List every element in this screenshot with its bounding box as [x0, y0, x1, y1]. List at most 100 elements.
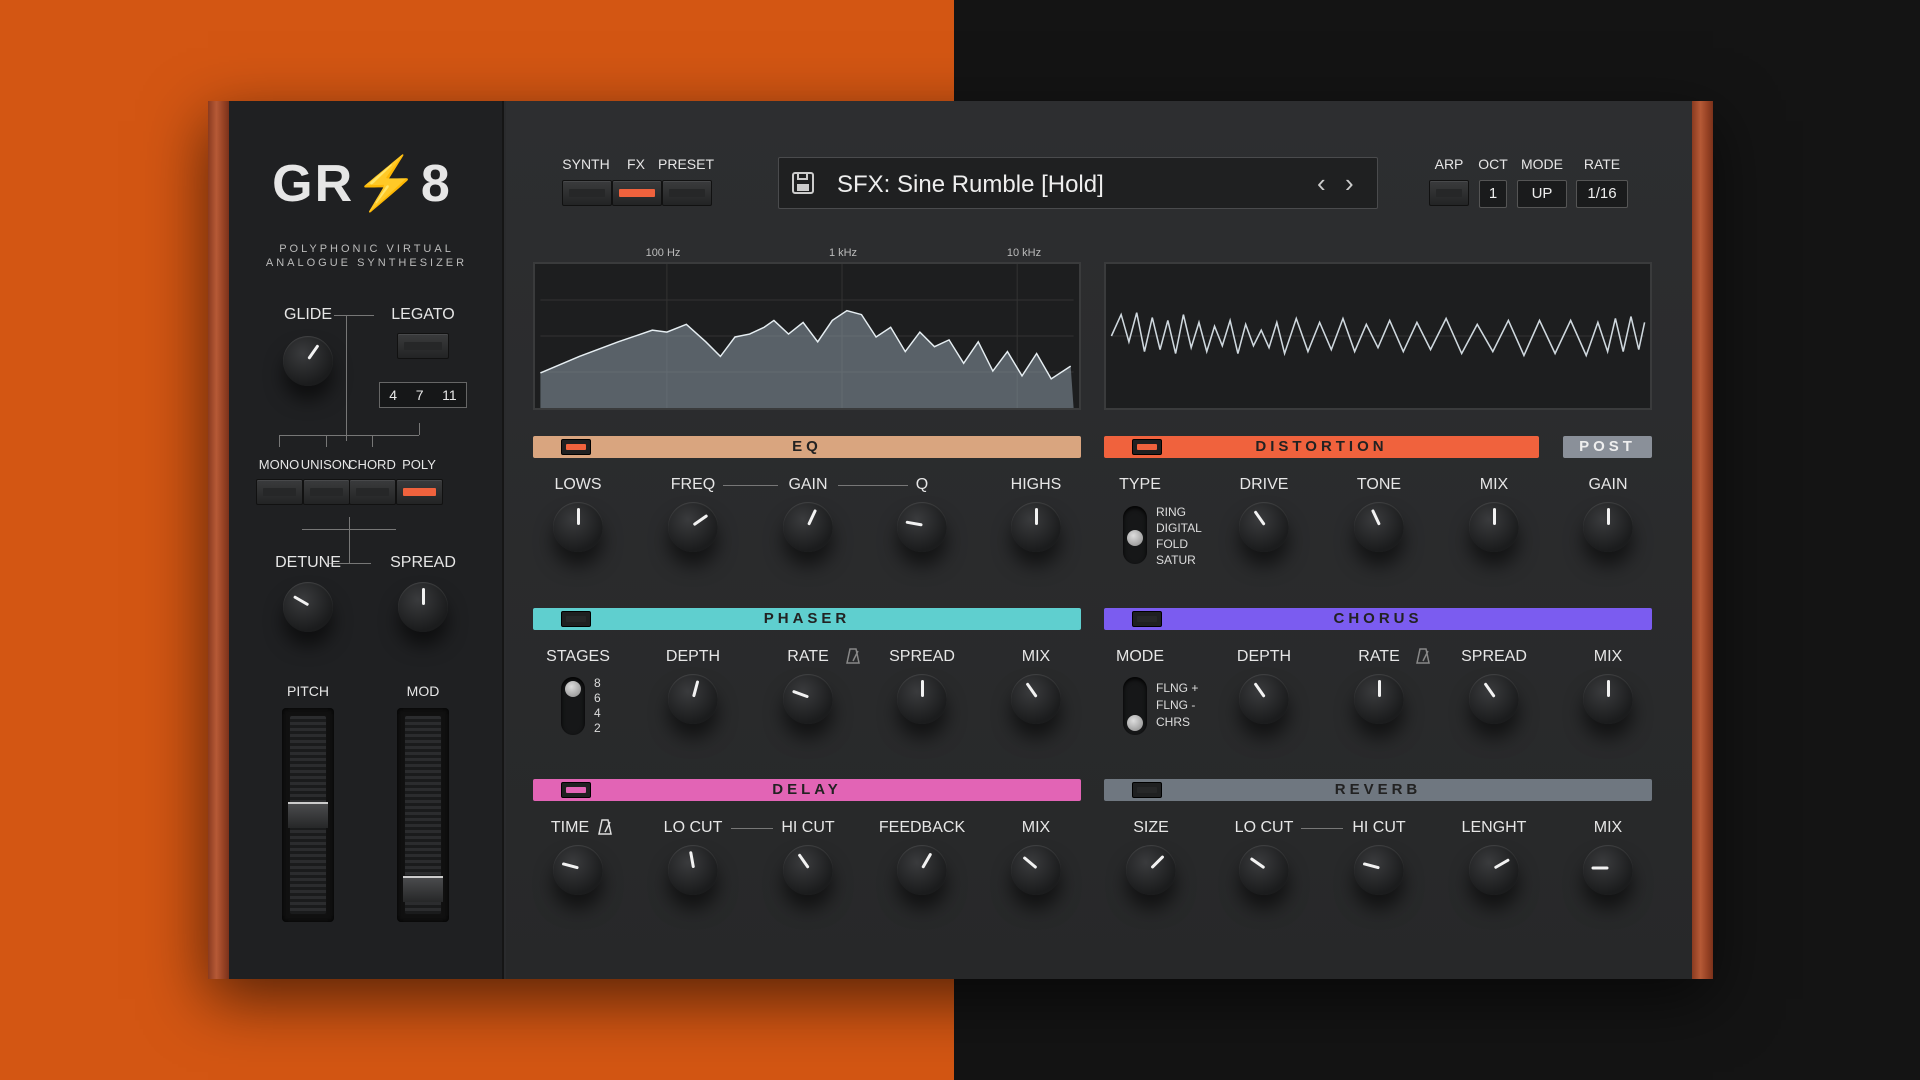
phaser-rate-knob[interactable] — [783, 674, 833, 724]
tab-preset[interactable] — [662, 180, 712, 206]
eq-lows-knob[interactable] — [553, 502, 603, 552]
eq-q-knob[interactable] — [897, 502, 947, 552]
phaser-stage-option: 6 — [594, 691, 601, 705]
phaser-depth-label: DEPTH — [665, 648, 721, 665]
spread-label: SPREAD — [390, 554, 456, 571]
freq-tick: 10 kHz — [1006, 247, 1042, 259]
chorus-spread-knob[interactable] — [1469, 674, 1519, 724]
distortion-title: DISTORTION — [1255, 438, 1388, 455]
mode-poly-button[interactable] — [396, 479, 443, 505]
eq-gain-label: GAIN — [788, 476, 828, 493]
chord-note[interactable]: 4 — [389, 387, 397, 403]
spectrum-analyzer — [533, 262, 1081, 410]
spread-knob[interactable] — [398, 582, 448, 632]
mod-wheel[interactable] — [397, 708, 449, 922]
pitch-wheel[interactable] — [282, 708, 334, 922]
dist-mix-knob[interactable] — [1469, 502, 1519, 552]
eq-title: EQ — [792, 438, 822, 455]
mode-poly-label: POLY — [402, 457, 436, 472]
reverb-hicut-label: HI CUT — [1352, 819, 1406, 836]
dist-tone-label: TONE — [1356, 476, 1402, 493]
connector — [372, 435, 373, 447]
mode-value[interactable]: UP — [1517, 180, 1567, 208]
eq-gain-knob[interactable] — [783, 502, 833, 552]
phaser-stages-label: STAGES — [546, 648, 610, 665]
save-icon[interactable] — [791, 171, 815, 195]
rate-label: RATE — [1583, 156, 1621, 172]
mode-mono-button[interactable] — [256, 479, 303, 505]
detune-knob[interactable] — [283, 582, 333, 632]
chorus-spread-label: SPREAD — [1461, 648, 1527, 665]
delay-hicut-knob[interactable] — [783, 845, 833, 895]
delay-mix-knob[interactable] — [1011, 845, 1061, 895]
prev-preset-icon[interactable]: ‹ — [1317, 168, 1326, 199]
rate-value[interactable]: 1/16 — [1576, 180, 1628, 208]
phaser-spread-label: SPREAD — [889, 648, 955, 665]
chorus-rate-knob[interactable] — [1354, 674, 1404, 724]
chord-note[interactable]: 11 — [442, 387, 457, 403]
phaser-stage-option: 8 — [594, 676, 601, 690]
chorus-mode-switch[interactable] — [1123, 677, 1147, 735]
wood-side-right — [1692, 101, 1713, 979]
arp-button[interactable] — [1429, 180, 1469, 206]
connector — [731, 828, 773, 829]
metronome-icon[interactable] — [1414, 647, 1432, 665]
reverb-length-knob[interactable] — [1469, 845, 1519, 895]
mode-unison-button[interactable] — [303, 479, 350, 505]
connector — [1301, 828, 1343, 829]
dist-type-option: FOLD — [1156, 537, 1189, 551]
legato-button[interactable] — [397, 333, 449, 359]
dist-type-option: DIGITAL — [1156, 521, 1202, 535]
eq-freq-label: FREQ — [670, 476, 716, 493]
phaser-spread-knob[interactable] — [897, 674, 947, 724]
delay-time-knob[interactable] — [553, 845, 603, 895]
dist-type-option: SATUR — [1156, 553, 1196, 567]
reverb-size-knob[interactable] — [1126, 845, 1176, 895]
reverb-mix-knob[interactable] — [1583, 845, 1633, 895]
preset-bar[interactable]: SFX: Sine Rumble [Hold] ‹ › — [778, 157, 1378, 209]
metronome-icon[interactable] — [596, 818, 614, 836]
chorus-mix-label: MIX — [1593, 648, 1623, 665]
reverb-hicut-knob[interactable] — [1354, 845, 1404, 895]
phaser-header: PHASER — [533, 608, 1081, 630]
tab-fx[interactable] — [612, 180, 662, 206]
mode-chord-button[interactable] — [349, 479, 396, 505]
delay-title: DELAY — [772, 781, 842, 798]
arp-label: ARP — [1434, 156, 1464, 172]
connector — [346, 315, 347, 441]
eq-lows-label: LOWS — [554, 476, 602, 493]
dist-gain-knob[interactable] — [1583, 502, 1633, 552]
metronome-icon[interactable] — [844, 647, 862, 665]
phaser-stage-option: 2 — [594, 721, 601, 735]
dist-type-switch[interactable] — [1123, 506, 1147, 564]
reverb-locut-label: LO CUT — [1234, 819, 1294, 836]
dist-drive-knob[interactable] — [1239, 502, 1289, 552]
eq-freq-knob[interactable] — [668, 502, 718, 552]
glide-knob[interactable] — [283, 336, 333, 386]
chorus-mode-option: FLNG + — [1156, 681, 1199, 695]
delay-header: DELAY — [533, 779, 1081, 801]
chorus-title: CHORUS — [1333, 610, 1423, 627]
tab-synth[interactable] — [562, 180, 612, 206]
eq-highs-knob[interactable] — [1011, 502, 1061, 552]
delay-feedback-knob[interactable] — [897, 845, 947, 895]
chorus-mode-option: FLNG - — [1156, 698, 1196, 712]
next-preset-icon[interactable]: › — [1345, 168, 1354, 199]
delay-locut-knob[interactable] — [668, 845, 718, 895]
main-panel: SYNTH FX PRESET SFX: Sine Rumble [Hold] … — [506, 101, 1692, 979]
phaser-stages-switch[interactable] — [561, 677, 585, 735]
phaser-depth-knob[interactable] — [668, 674, 718, 724]
connector — [326, 435, 327, 447]
oscilloscope — [1104, 262, 1652, 410]
dist-tone-knob[interactable] — [1354, 502, 1404, 552]
eq-header: EQ — [533, 436, 1081, 458]
post-label: POST — [1579, 438, 1636, 455]
phaser-mix-knob[interactable] — [1011, 674, 1061, 724]
post-button[interactable]: POST — [1563, 436, 1652, 458]
reverb-locut-knob[interactable] — [1239, 845, 1289, 895]
chord-note[interactable]: 7 — [416, 387, 424, 403]
chorus-depth-knob[interactable] — [1239, 674, 1289, 724]
chorus-mix-knob[interactable] — [1583, 674, 1633, 724]
tab-fx-label: FX — [627, 156, 645, 172]
oct-value[interactable]: 1 — [1479, 180, 1507, 208]
